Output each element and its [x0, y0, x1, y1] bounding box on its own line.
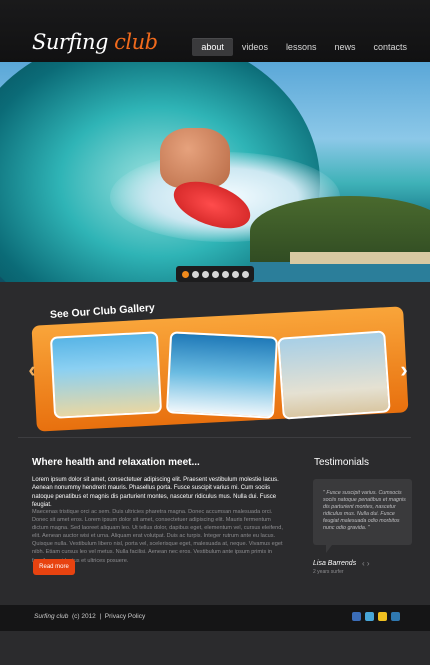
testimonial-box: " Fusce suscipit varius. Cumsocis sociis… — [313, 479, 412, 545]
slider-dot-1[interactable] — [181, 270, 189, 278]
nav-videos[interactable]: videos — [233, 38, 277, 56]
slider-dot-6[interactable] — [231, 270, 239, 278]
testimonial-nav: ‹ › — [362, 559, 370, 568]
gallery-thumb-surfer[interactable] — [165, 331, 279, 419]
testimonial-prev-icon[interactable]: ‹ — [362, 559, 365, 568]
gallery-title: See Our Club Gallery — [49, 301, 156, 321]
intro-text: Lorem ipsum dolor sit amet, consectetuer… — [32, 477, 279, 509]
logo[interactable]: Surfing club — [32, 30, 158, 54]
gallery-thumb-beach-girl[interactable] — [277, 330, 391, 420]
slider-pagination — [176, 266, 254, 282]
beach — [290, 252, 430, 264]
testimonials-title: Testimonials — [314, 457, 370, 468]
testimonial-next-icon[interactable]: › — [367, 559, 370, 568]
slider-dot-3[interactable] — [201, 270, 209, 278]
linkedin-icon[interactable] — [391, 612, 400, 621]
surfer — [160, 128, 230, 188]
nav-about[interactable]: about — [192, 38, 233, 56]
read-more-button[interactable]: Read more — [33, 559, 75, 575]
slider-dot-5[interactable] — [221, 270, 229, 278]
logo-accent: club — [114, 30, 158, 54]
facebook-icon[interactable] — [352, 612, 361, 621]
header: Surfing club about videos lessons news c… — [0, 0, 430, 62]
testimonial-author: Lisa Barrends — [313, 560, 357, 567]
twitter-icon[interactable] — [365, 612, 374, 621]
main-nav: about videos lessons news contacts — [192, 38, 416, 56]
rss-icon[interactable] — [378, 612, 387, 621]
gallery-prev-icon[interactable]: ‹ — [24, 358, 40, 382]
body-text: Maecenas tristique orci ac sem. Duis ult… — [32, 509, 283, 564]
nav-contacts[interactable]: contacts — [364, 38, 416, 56]
testimonial-role: 2 years surfer — [313, 569, 344, 575]
testimonial-quote: " Fusce suscipit varius. Cumsocis sociis… — [323, 490, 406, 531]
slider-dot-4[interactable] — [211, 270, 219, 278]
slider-dot-7[interactable] — [241, 270, 249, 278]
gallery-next-icon[interactable]: › — [396, 358, 412, 382]
divider — [18, 437, 411, 438]
footer-year: (c) 2012 — [71, 613, 96, 620]
footer-copyright: Surfing club (c) 2012 | Privacy Policy — [34, 613, 145, 620]
testimonial-tail — [326, 545, 332, 553]
sea — [250, 262, 430, 282]
gallery-thumb-surfboards[interactable] — [49, 331, 163, 419]
footer-brand: Surfing club — [34, 613, 69, 620]
slider-dot-2[interactable] — [191, 270, 199, 278]
footer-separator: | — [99, 613, 102, 620]
privacy-link[interactable]: Privacy Policy — [105, 613, 145, 620]
nav-news[interactable]: news — [325, 38, 364, 56]
logo-text: Surfing — [32, 30, 108, 54]
social-links — [352, 612, 400, 621]
nav-lessons[interactable]: lessons — [277, 38, 326, 56]
main-heading: Where health and relaxation meet... — [32, 457, 200, 468]
